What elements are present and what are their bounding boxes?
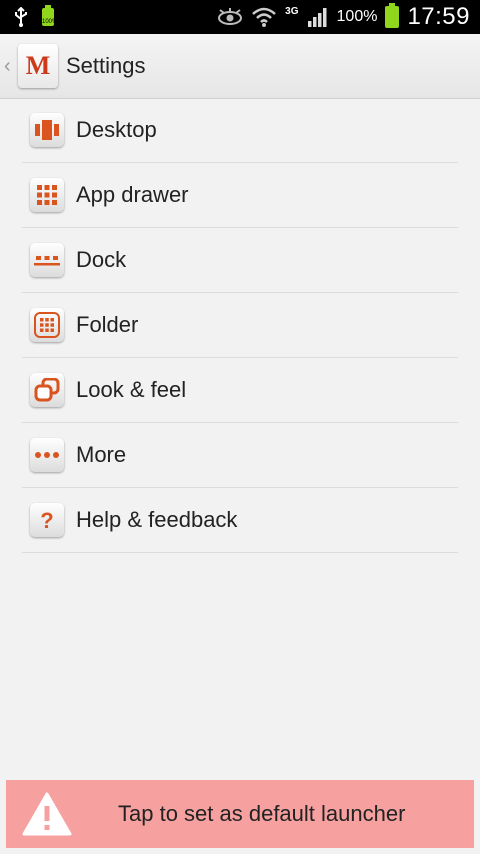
wifi-icon <box>252 7 277 27</box>
desktop-icon <box>30 113 64 147</box>
settings-item-more[interactable]: More <box>22 423 458 488</box>
eye-icon <box>218 8 243 25</box>
settings-item-label: Dock <box>76 247 127 272</box>
settings-item-app-drawer[interactable]: App drawer <box>22 163 458 228</box>
help-icon: ? <box>30 503 64 537</box>
settings-item-help-feedback[interactable]: ? Help & feedback <box>22 488 458 553</box>
default-launcher-banner[interactable]: Tap to set as default launcher <box>6 780 474 848</box>
settings-item-label: Look & feel <box>76 377 187 402</box>
signal-icon <box>307 8 327 27</box>
page-title: Settings <box>66 53 146 78</box>
settings-list: Desktop App drawer Dock Folder Look & fe… <box>22 98 458 553</box>
warning-icon <box>22 792 72 836</box>
settings-item-desktop[interactable]: Desktop <box>22 98 458 163</box>
settings-item-label: Desktop <box>76 117 157 142</box>
settings-item-folder[interactable]: Folder <box>22 293 458 358</box>
svg-text:?: ? <box>40 508 53 532</box>
status-bar: 100% 3G 100% 17:59 <box>0 0 480 34</box>
usb-icon <box>15 7 27 27</box>
clock: 17:59 <box>407 3 470 30</box>
settings-item-label: App drawer <box>76 182 189 207</box>
folder-icon <box>30 308 64 342</box>
settings-item-label: Folder <box>76 312 139 337</box>
settings-item-label: Help & feedback <box>76 507 238 532</box>
settings-item-look-feel[interactable]: Look & feel <box>22 358 458 423</box>
back-chevron-icon[interactable]: ‹ <box>4 55 16 78</box>
app-drawer-icon <box>30 178 64 212</box>
network-type: 3G <box>285 5 299 17</box>
banner-text: Tap to set as default launcher <box>118 801 406 826</box>
battery-notification-icon: 100% <box>42 5 57 26</box>
settings-item-dock[interactable]: Dock <box>22 228 458 293</box>
battery-percent: 100% <box>336 8 378 25</box>
app-logo[interactable]: M <box>18 44 58 88</box>
settings-item-label: More <box>76 442 127 467</box>
battery-icon <box>385 3 400 28</box>
dock-icon <box>30 243 64 277</box>
more-icon <box>30 438 64 472</box>
look-feel-icon <box>30 373 64 407</box>
action-bar: ‹ M Settings <box>0 34 480 99</box>
